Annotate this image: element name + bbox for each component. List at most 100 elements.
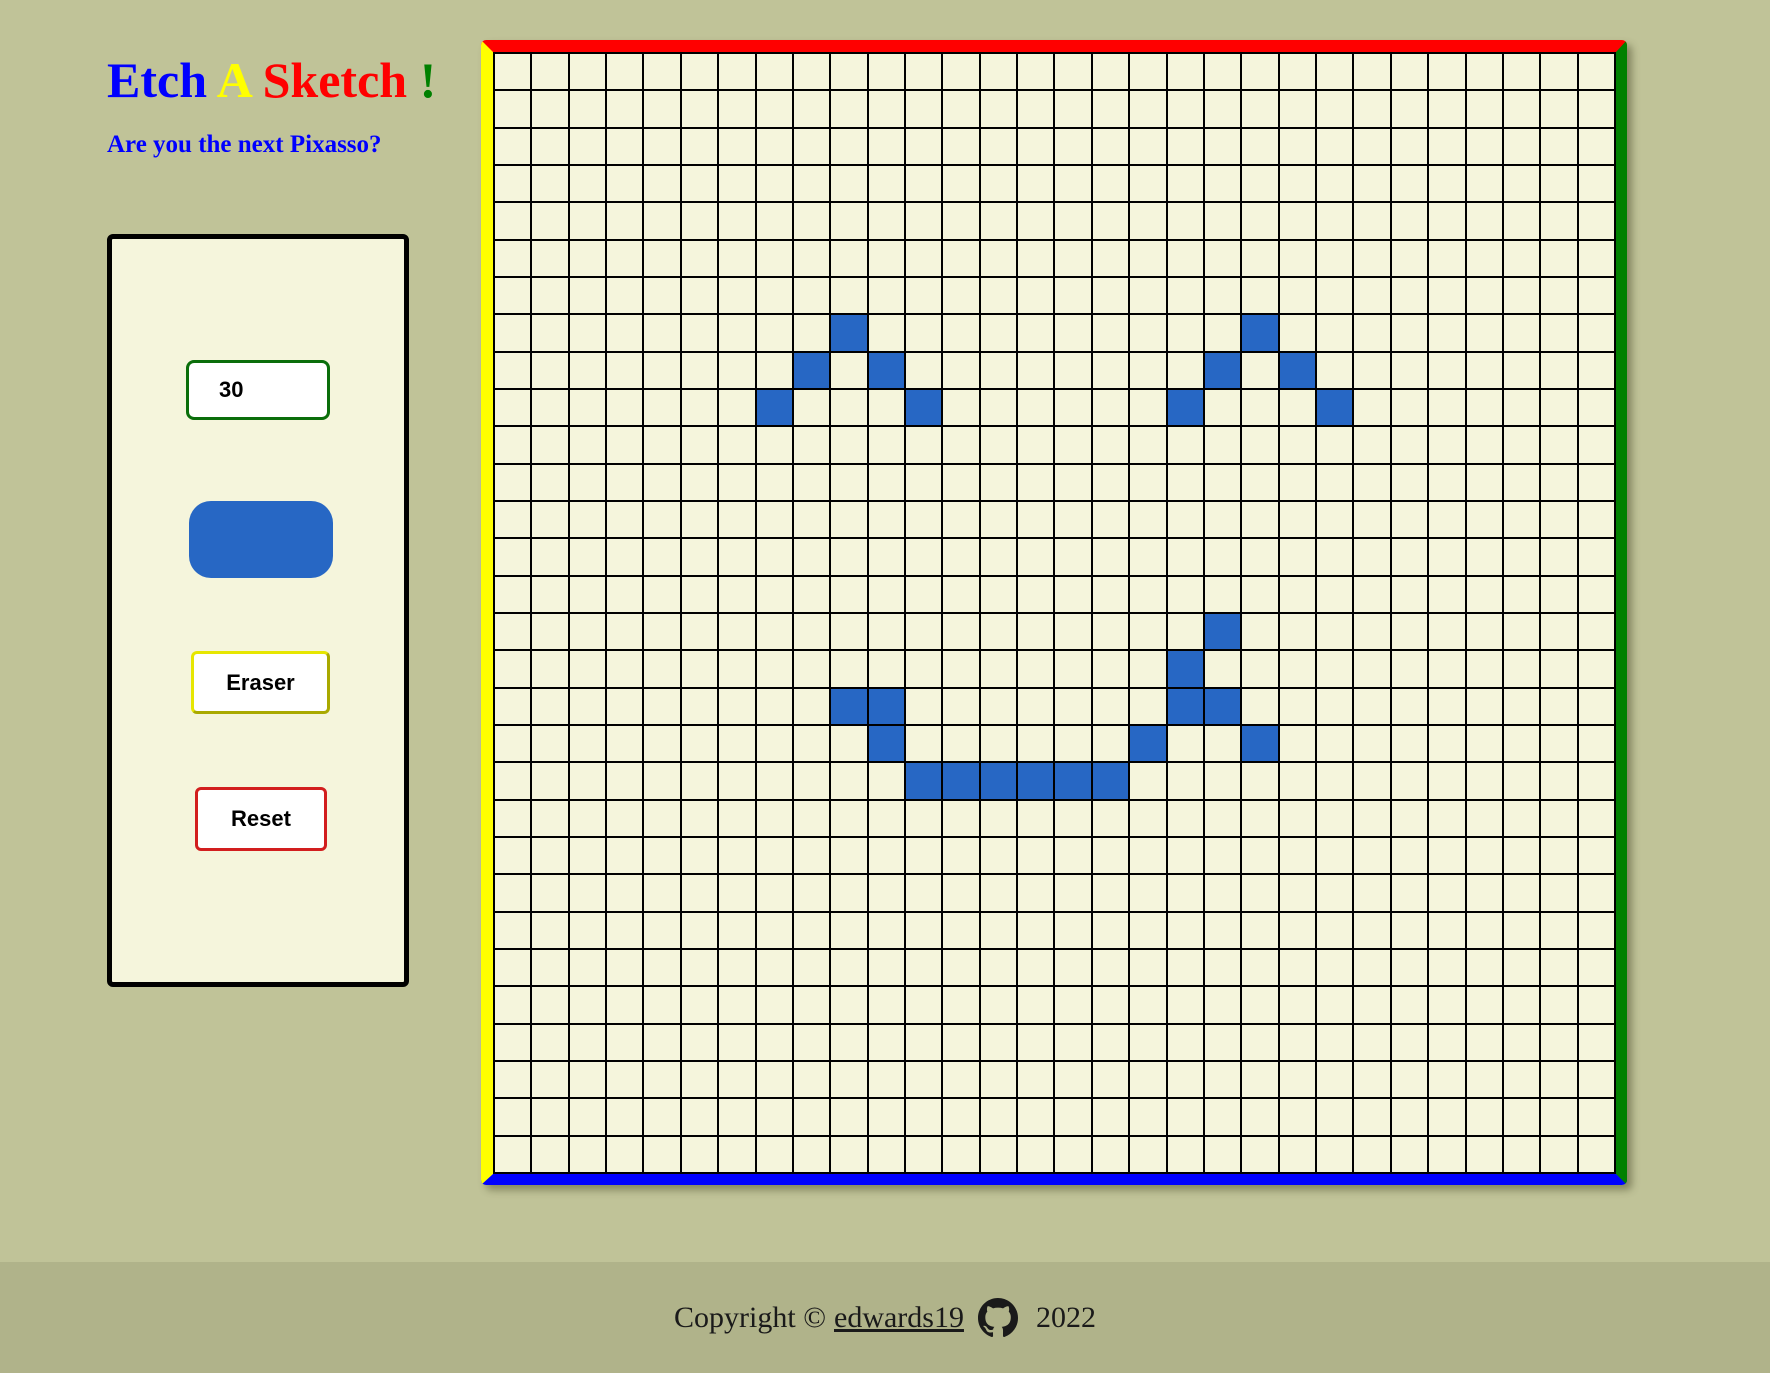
grid-cell[interactable]: [1541, 1099, 1577, 1135]
grid-cell[interactable]: [644, 203, 680, 239]
grid-cell[interactable]: [495, 128, 531, 164]
grid-cell[interactable]: [644, 875, 680, 911]
grid-cell[interactable]: [756, 464, 792, 500]
grid-cell[interactable]: [793, 1136, 830, 1172]
grid-cell[interactable]: [980, 912, 1017, 948]
grid-cell[interactable]: [569, 1136, 606, 1172]
grid-cell[interactable]: [1466, 427, 1502, 463]
grid-cell[interactable]: [943, 763, 979, 799]
grid-cell[interactable]: [906, 949, 942, 986]
grid-cell[interactable]: [1204, 464, 1241, 500]
grid-cell[interactable]: [1018, 912, 1054, 948]
grid-cell[interactable]: [1578, 240, 1614, 276]
grid-cell[interactable]: [1204, 54, 1241, 90]
grid-cell[interactable]: [943, 464, 979, 500]
grid-cell[interactable]: [1018, 203, 1054, 239]
grid-cell[interactable]: [1317, 800, 1353, 836]
grid-cell[interactable]: [1092, 912, 1129, 948]
grid-cell[interactable]: [644, 501, 680, 538]
grid-cell[interactable]: [532, 165, 568, 202]
grid-cell[interactable]: [681, 613, 718, 650]
grid-cell[interactable]: [1391, 277, 1428, 314]
pen-color-picker[interactable]: [189, 501, 333, 578]
grid-cell[interactable]: [868, 987, 905, 1023]
grid-cell[interactable]: [1354, 651, 1390, 687]
grid-cell[interactable]: [1092, 203, 1129, 239]
grid-cell[interactable]: [1018, 987, 1054, 1023]
grid-cell[interactable]: [1429, 837, 1465, 874]
grid-cell[interactable]: [532, 277, 568, 314]
grid-cell[interactable]: [1279, 54, 1316, 90]
grid-cell[interactable]: [1018, 1061, 1054, 1098]
grid-cell[interactable]: [607, 427, 643, 463]
grid-cell[interactable]: [1055, 875, 1091, 911]
grid-cell[interactable]: [868, 203, 905, 239]
grid-cell[interactable]: [1541, 576, 1577, 612]
grid-cell[interactable]: [1541, 54, 1577, 90]
grid-cell[interactable]: [1354, 91, 1390, 127]
grid-cell[interactable]: [1429, 501, 1465, 538]
grid-cell[interactable]: [607, 576, 643, 612]
grid-cell[interactable]: [569, 763, 606, 799]
grid-cell[interactable]: [1429, 203, 1465, 239]
grid-cell[interactable]: [1466, 91, 1502, 127]
grid-cell[interactable]: [1092, 315, 1129, 351]
grid-cell[interactable]: [1391, 165, 1428, 202]
grid-cell[interactable]: [1204, 837, 1241, 874]
grid-cell[interactable]: [644, 54, 680, 90]
grid-cell[interactable]: [1279, 1099, 1316, 1135]
grid-cell[interactable]: [607, 1136, 643, 1172]
grid-cell[interactable]: [1167, 427, 1203, 463]
grid-cell[interactable]: [681, 1099, 718, 1135]
grid-cell[interactable]: [1055, 315, 1091, 351]
grid-cell[interactable]: [1204, 352, 1241, 388]
grid-cell[interactable]: [1167, 912, 1203, 948]
grid-cell[interactable]: [943, 1024, 979, 1060]
grid-cell[interactable]: [495, 837, 531, 874]
grid-cell[interactable]: [906, 539, 942, 575]
grid-cell[interactable]: [831, 464, 867, 500]
grid-cell[interactable]: [1317, 949, 1353, 986]
grid-cell[interactable]: [644, 389, 680, 426]
grid-cell[interactable]: [1391, 315, 1428, 351]
grid-cell[interactable]: [532, 987, 568, 1023]
grid-cell[interactable]: [793, 800, 830, 836]
grid-cell[interactable]: [1466, 1061, 1502, 1098]
grid-cell[interactable]: [532, 315, 568, 351]
grid-cell[interactable]: [1429, 128, 1465, 164]
grid-cell[interactable]: [1204, 240, 1241, 276]
grid-cell[interactable]: [906, 277, 942, 314]
grid-cell[interactable]: [644, 837, 680, 874]
grid-cell[interactable]: [868, 837, 905, 874]
grid-cell[interactable]: [1317, 315, 1353, 351]
grid-cell[interactable]: [906, 165, 942, 202]
grid-cell[interactable]: [1092, 389, 1129, 426]
grid-cell[interactable]: [793, 688, 830, 724]
grid-cell[interactable]: [1242, 987, 1278, 1023]
grid-cell[interactable]: [1317, 352, 1353, 388]
grid-cell[interactable]: [495, 949, 531, 986]
grid-cell[interactable]: [1466, 315, 1502, 351]
grid-cell[interactable]: [495, 54, 531, 90]
grid-cell[interactable]: [1242, 800, 1278, 836]
grid-cell[interactable]: [906, 389, 942, 426]
grid-cell[interactable]: [793, 1099, 830, 1135]
grid-cell[interactable]: [1092, 613, 1129, 650]
grid-cell[interactable]: [793, 315, 830, 351]
grid-cell[interactable]: [793, 203, 830, 239]
grid-cell[interactable]: [1279, 651, 1316, 687]
grid-cell[interactable]: [1429, 240, 1465, 276]
grid-cell[interactable]: [1541, 1061, 1577, 1098]
grid-cell[interactable]: [1391, 763, 1428, 799]
grid-cell[interactable]: [1242, 539, 1278, 575]
grid-cell[interactable]: [1578, 539, 1614, 575]
grid-cell[interactable]: [719, 54, 755, 90]
grid-cell[interactable]: [1466, 464, 1502, 500]
grid-cell[interactable]: [1055, 1024, 1091, 1060]
grid-cell[interactable]: [1578, 725, 1614, 762]
grid-cell[interactable]: [1466, 54, 1502, 90]
grid-cell[interactable]: [1317, 464, 1353, 500]
grid-cell[interactable]: [1317, 1136, 1353, 1172]
grid-cell[interactable]: [607, 165, 643, 202]
grid-cell[interactable]: [1503, 949, 1540, 986]
